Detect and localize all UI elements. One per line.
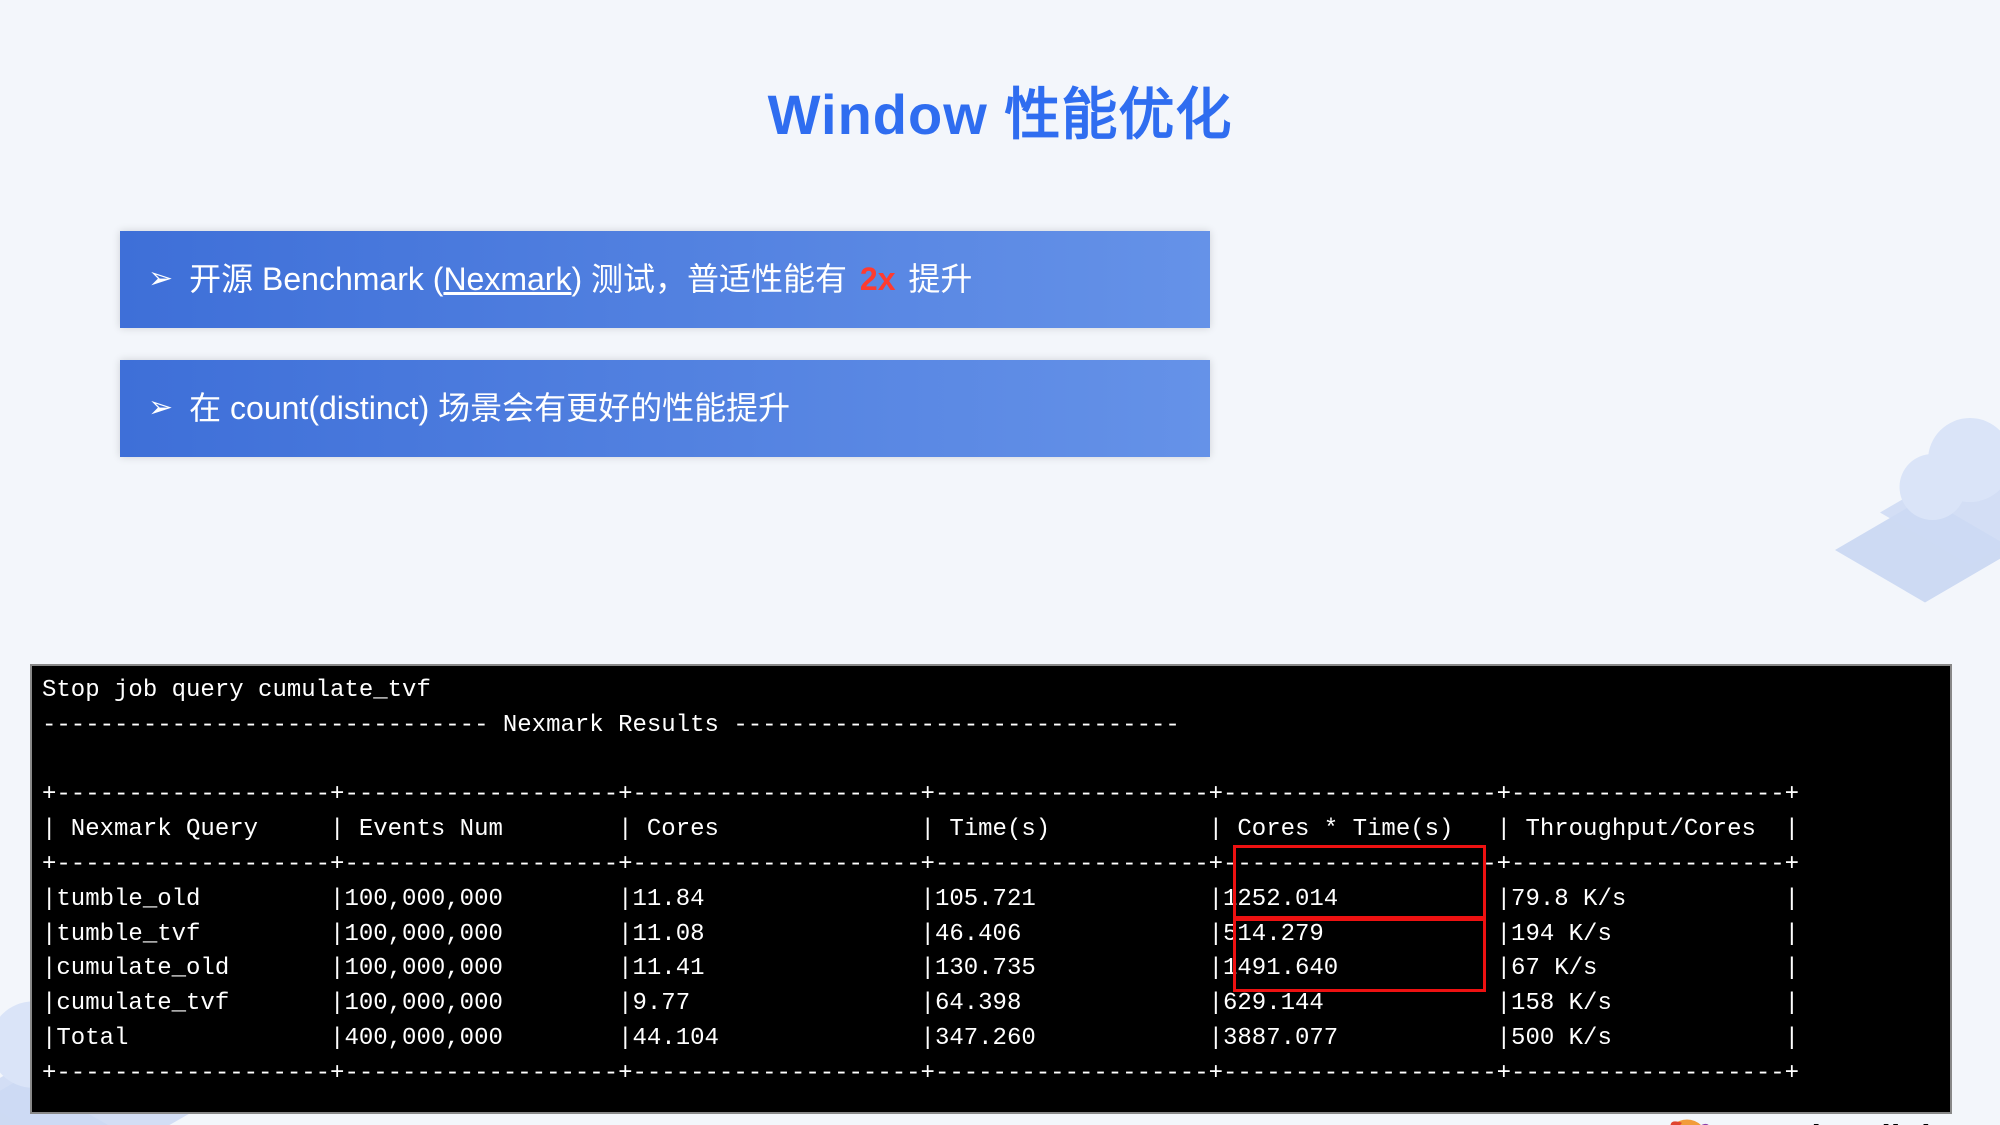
slide-title: Window 性能优化 [0, 70, 2000, 151]
bullet-list: ➢ 开源 Benchmark (Nexmark) 测试，普适性能有 2x 提升 … [120, 231, 2000, 457]
bullet-arrow-icon: ➢ [148, 258, 173, 300]
highlight-2x: 2x [856, 261, 900, 297]
bullet-item-2: ➢ 在 count(distinct) 场景会有更好的性能提升 [120, 360, 1210, 457]
flink-squirrel-icon [1660, 1111, 1714, 1125]
footer-brand-text: Apache Flink [1728, 1119, 1940, 1125]
bullet-text-2: 在 count(distinct) 场景会有更好的性能提升 [189, 386, 790, 431]
bullet-item-1: ➢ 开源 Benchmark (Nexmark) 测试，普适性能有 2x 提升 [120, 231, 1210, 328]
footer-logo: Apache Flink [1660, 1111, 1940, 1125]
nexmark-link: Nexmark [443, 261, 571, 297]
bullet-text-1: 开源 Benchmark (Nexmark) 测试，普适性能有 2x 提升 [189, 257, 972, 302]
terminal-output: Stop job query cumulate_tvf ------------… [30, 664, 1952, 1114]
bullet-arrow-icon: ➢ [148, 387, 173, 429]
